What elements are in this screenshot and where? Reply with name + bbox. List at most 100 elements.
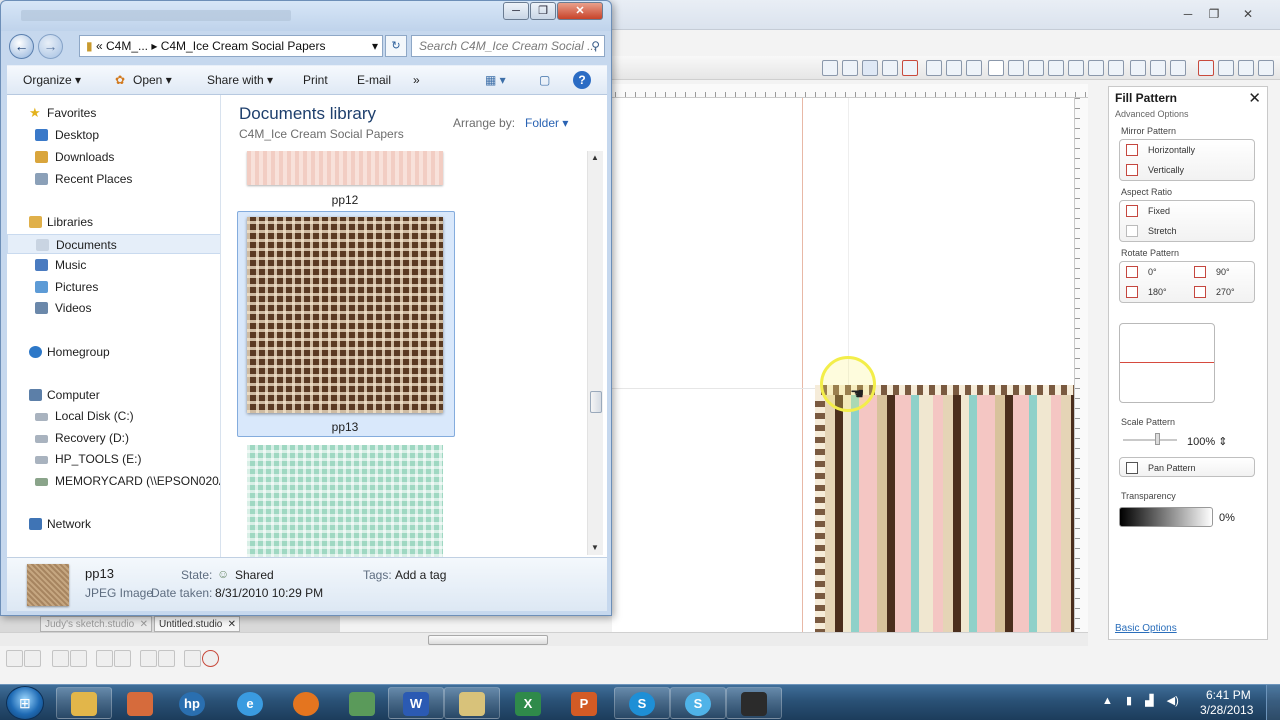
more-commands-button[interactable]: » [413,73,420,87]
line-color-tool-icon[interactable] [902,60,918,76]
arrange-by-dropdown[interactable]: Folder ▾ [525,116,568,130]
show-desktop-button[interactable] [1266,685,1280,720]
nav-computer[interactable]: Computer [7,385,220,405]
start-button[interactable]: ⊞ [6,686,44,720]
refresh-button[interactable]: ↻ [385,35,407,57]
scroll-up-icon[interactable]: ▲ [591,153,599,162]
scale-slider-track[interactable] [1123,439,1177,441]
aspect-stretch-option[interactable]: Stretch [1120,221,1254,241]
taskbar-explorer-folder[interactable] [444,687,500,719]
canvas-horizontal-scrollbar[interactable] [0,632,1088,646]
maximize-button[interactable]: ❐ [530,2,556,20]
library-tool-icon[interactable] [1258,60,1274,76]
scrollbar-thumb[interactable] [590,391,602,413]
select-tool-icon[interactable] [822,60,838,76]
taskbar-powerpoint[interactable]: P [556,687,612,719]
scale-value-field[interactable]: 100% ⇕ [1187,435,1227,448]
rotate-0-option[interactable]: 0° [1120,262,1188,282]
file-thumbnail-pp13[interactable] [247,217,443,413]
nav-downloads[interactable]: Downloads [7,147,220,167]
taskbar-network-app[interactable] [334,687,390,719]
chevron-down-icon[interactable]: ▾ [372,36,378,56]
power-icon[interactable]: ▮ [1126,695,1132,707]
mirror-horizontally-option[interactable]: Horizontally [1120,140,1254,160]
nav-homegroup[interactable]: Homegroup [7,342,220,362]
pan-pattern-button[interactable]: Pan Pattern [1119,457,1255,477]
taskbar-explorer[interactable] [56,687,112,719]
rotate-180-option[interactable]: 180° [1120,282,1188,302]
scrollbar-thumb[interactable] [428,635,548,645]
taskbar-firefox[interactable] [278,687,334,719]
taskbar-skype-1[interactable]: S [614,687,670,719]
nav-libraries[interactable]: Libraries [7,212,220,232]
taskbar-internet-explorer[interactable]: e [222,687,278,719]
breadcrumb-c4m[interactable]: C4M_... [106,39,148,53]
nav-documents[interactable]: Documents [7,234,220,254]
taskbar-word[interactable]: W [388,687,444,719]
offset-tool-icon[interactable] [1150,60,1166,76]
line-weight-tool-icon[interactable] [946,60,962,76]
nav-recent-places[interactable]: Recent Places [7,169,220,189]
tab-untitled[interactable]: Untitled.studio ✕ [154,616,240,632]
ungroup-icon[interactable] [24,650,41,667]
transform-tool-icon[interactable] [1008,60,1024,76]
explorer-titlebar[interactable]: ─ ❐ ✕ [1,1,611,31]
shear-tool-icon[interactable] [1068,60,1084,76]
scale-slider-handle[interactable] [1155,433,1160,445]
design-canvas[interactable]: ☚ [612,98,1074,632]
add-tag-field[interactable]: Add a tag [395,568,446,582]
line-style-tool-icon[interactable] [926,60,942,76]
network-signal-icon[interactable]: ▟ [1145,695,1153,707]
replicate-tool-icon[interactable] [1130,60,1146,76]
studio-maximize-button[interactable]: ❐ [1202,4,1226,24]
page-setup-tool-icon[interactable] [1198,60,1214,76]
minimize-button[interactable]: ─ [503,2,529,20]
search-icon[interactable]: ⚲ [591,36,600,56]
taskbar-paint[interactable] [112,687,168,719]
taskbar-hp[interactable]: hp [164,687,220,719]
volume-icon[interactable]: ◀) [1167,695,1179,707]
scroll-down-icon[interactable]: ▼ [591,543,599,552]
zoom-in-icon[interactable] [52,650,69,667]
studio-minimize-button[interactable]: ─ [1176,4,1200,24]
send-to-silhouette-icon[interactable] [1238,60,1254,76]
lock-icon[interactable] [140,650,157,667]
open-button[interactable]: Open ▾ [133,73,172,87]
preview-pane-icon[interactable]: ▢ [539,73,550,87]
nav-local-disk[interactable]: Local Disk (C:) [7,406,220,426]
tab-judys-sketch[interactable]: Judy's sketch.studio ✕ [40,616,152,632]
file-name-pp12[interactable]: pp12 [285,193,405,207]
aspect-fixed-option[interactable]: Fixed [1120,201,1254,221]
unlock-icon[interactable] [158,650,175,667]
cut-style-tool-icon[interactable] [966,60,982,76]
mirror-vertically-option[interactable]: Vertically [1120,160,1254,180]
email-button[interactable]: E-mail [357,73,391,87]
help-button[interactable]: ? [573,71,591,89]
taskbar-silhouette[interactable] [726,687,782,719]
breadcrumb-chevron[interactable]: « [96,39,103,53]
pattern-preview[interactable] [1119,323,1215,403]
print-button[interactable]: Print [303,73,328,87]
change-view-icon[interactable]: ▦ ▾ [485,73,506,87]
file-thumbnail-pp12[interactable] [247,151,443,185]
nav-pictures[interactable]: Pictures [7,277,220,297]
duplicate-icon[interactable] [96,650,113,667]
stepper-icon[interactable]: ⇕ [1218,436,1227,448]
show-hidden-icons-icon[interactable]: ▲ [1102,695,1113,707]
nav-music[interactable]: Music [7,255,220,275]
target-icon[interactable] [202,650,219,667]
nav-hp-tools[interactable]: HP_TOOLS (E:) [7,449,220,469]
move-tool-icon[interactable] [1088,60,1104,76]
weld-icon[interactable] [184,650,201,667]
file-thumbnail-next[interactable] [247,445,443,557]
group-icon[interactable] [6,650,23,667]
zoom-out-icon[interactable] [70,650,87,667]
taskbar-skype-2[interactable]: S [670,687,726,719]
clock-date[interactable]: 3/28/2013 [1200,703,1253,717]
text-style-tool-icon[interactable] [988,60,1004,76]
scale-tool-icon[interactable] [1048,60,1064,76]
nav-desktop[interactable]: Desktop [7,125,220,145]
forward-button[interactable]: → [38,34,63,59]
rotate-90-option[interactable]: 90° [1188,262,1256,282]
fill-pattern-tool-icon[interactable] [882,60,898,76]
